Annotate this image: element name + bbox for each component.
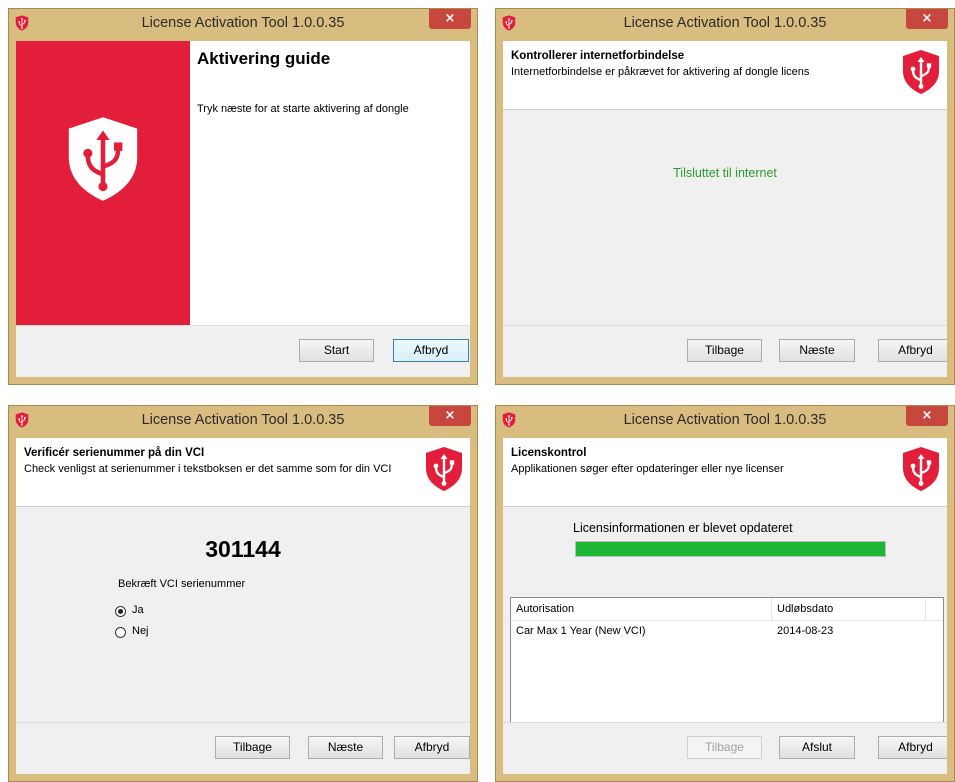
progress-fill [576,542,885,556]
window-client: Aktivering guide Tryk næste for at start… [16,41,470,377]
cancel-button[interactable]: Afbryd [393,339,469,362]
cell-expiry-date: 2014-08-23 [777,625,834,637]
cell-authorization: Car Max 1 Year (New VCI) [516,625,646,637]
title-bar[interactable]: License Activation Tool 1.0.0.35 × [496,9,954,41]
header-panel: Verificér serienummer på din VCI Check v… [16,438,470,507]
close-button[interactable]: × [429,406,471,426]
back-button[interactable]: Tilbage [687,736,762,759]
cancel-button[interactable]: Afbryd [394,736,470,759]
header-panel: Kontrollerer internetforbindelse Interne… [503,41,947,110]
title-bar[interactable]: License Activation Tool 1.0.0.35 × [9,406,477,438]
start-button[interactable]: Start [299,339,374,362]
shield-logo-icon [424,446,464,492]
header-title: Kontrollerer internetforbindelse [511,50,685,62]
back-button[interactable]: Tilbage [215,736,290,759]
finish-button[interactable]: Afslut [779,736,855,759]
verify-serial-window: License Activation Tool 1.0.0.35 × Verif… [8,405,478,782]
header-subtitle: Applikationen søger efter opdateringer e… [511,463,784,475]
page-heading: Aktivering guide [197,49,331,68]
header-subtitle: Internetforbindelse er påkrævet for akti… [511,66,810,78]
radio-yes[interactable] [115,606,126,617]
shield-logo-icon [901,49,941,95]
window-title: License Activation Tool 1.0.0.35 [623,412,827,428]
window-title: License Activation Tool 1.0.0.35 [141,412,345,428]
serial-number: 301144 [205,536,281,562]
radio-yes-label[interactable]: Ja [132,604,144,616]
content-panel: Aktivering guide Tryk næste for at start… [190,41,470,326]
header-panel: Licenskontrol Applikationen søger efter … [503,438,947,507]
activation-guide-window: License Activation Tool 1.0.0.35 × Aktiv… [8,8,478,385]
confirm-serial-label: Bekræft VCI serienummer [118,578,246,590]
table-header: Autorisation Udløbsdato [511,598,943,621]
title-bar[interactable]: License Activation Tool 1.0.0.35 × [9,9,477,41]
radio-no[interactable] [115,627,126,638]
connection-status: Tilsluttet til internet [673,166,777,180]
shield-logo-icon [65,115,141,203]
license-progress-bar [575,541,886,557]
button-bar: Tilbage Afslut Afbryd [503,722,947,774]
shield-logo-icon [901,446,941,492]
button-bar: Tilbage Næste Afbryd [16,722,470,774]
window-title: License Activation Tool 1.0.0.35 [623,15,827,31]
button-bar: Start Afbryd [16,325,470,377]
license-table[interactable]: Autorisation Udløbsdato Car Max 1 Year (… [510,597,944,724]
column-header-authorization[interactable]: Autorisation [511,598,772,620]
brand-sidebar [16,41,190,326]
radio-no-label[interactable]: Nej [132,625,149,637]
progress-label: Licensinformationen er blevet opdateret [573,521,793,535]
cancel-button[interactable]: Afbryd [878,339,947,362]
window-client: Verificér serienummer på din VCI Check v… [16,438,470,774]
close-button[interactable]: × [906,9,948,29]
back-button[interactable]: Tilbage [687,339,762,362]
next-button[interactable]: Næste [308,736,383,759]
header-title: Licenskontrol [511,447,587,459]
instruction-text: Tryk næste for at starte aktivering af d… [197,103,409,115]
window-client: Kontrollerer internetforbindelse Interne… [503,41,947,377]
window-client: Licenskontrol Applikationen søger efter … [503,438,947,774]
column-header-expiry-date[interactable]: Udløbsdato [772,598,926,620]
next-button[interactable]: Næste [779,339,855,362]
title-bar[interactable]: License Activation Tool 1.0.0.35 × [496,406,954,438]
button-bar: Tilbage Næste Afbryd [503,325,947,377]
header-title: Verificér serienummer på din VCI [24,447,205,459]
license-check-window: License Activation Tool 1.0.0.35 × Licen… [495,405,955,782]
cancel-button[interactable]: Afbryd [878,736,947,759]
close-button[interactable]: × [429,9,471,29]
close-button[interactable]: × [906,406,948,426]
header-subtitle: Check venligst at serienummer i tekstbok… [24,463,392,475]
window-title: License Activation Tool 1.0.0.35 [141,15,345,31]
internet-check-window: License Activation Tool 1.0.0.35 × Kontr… [495,8,955,385]
